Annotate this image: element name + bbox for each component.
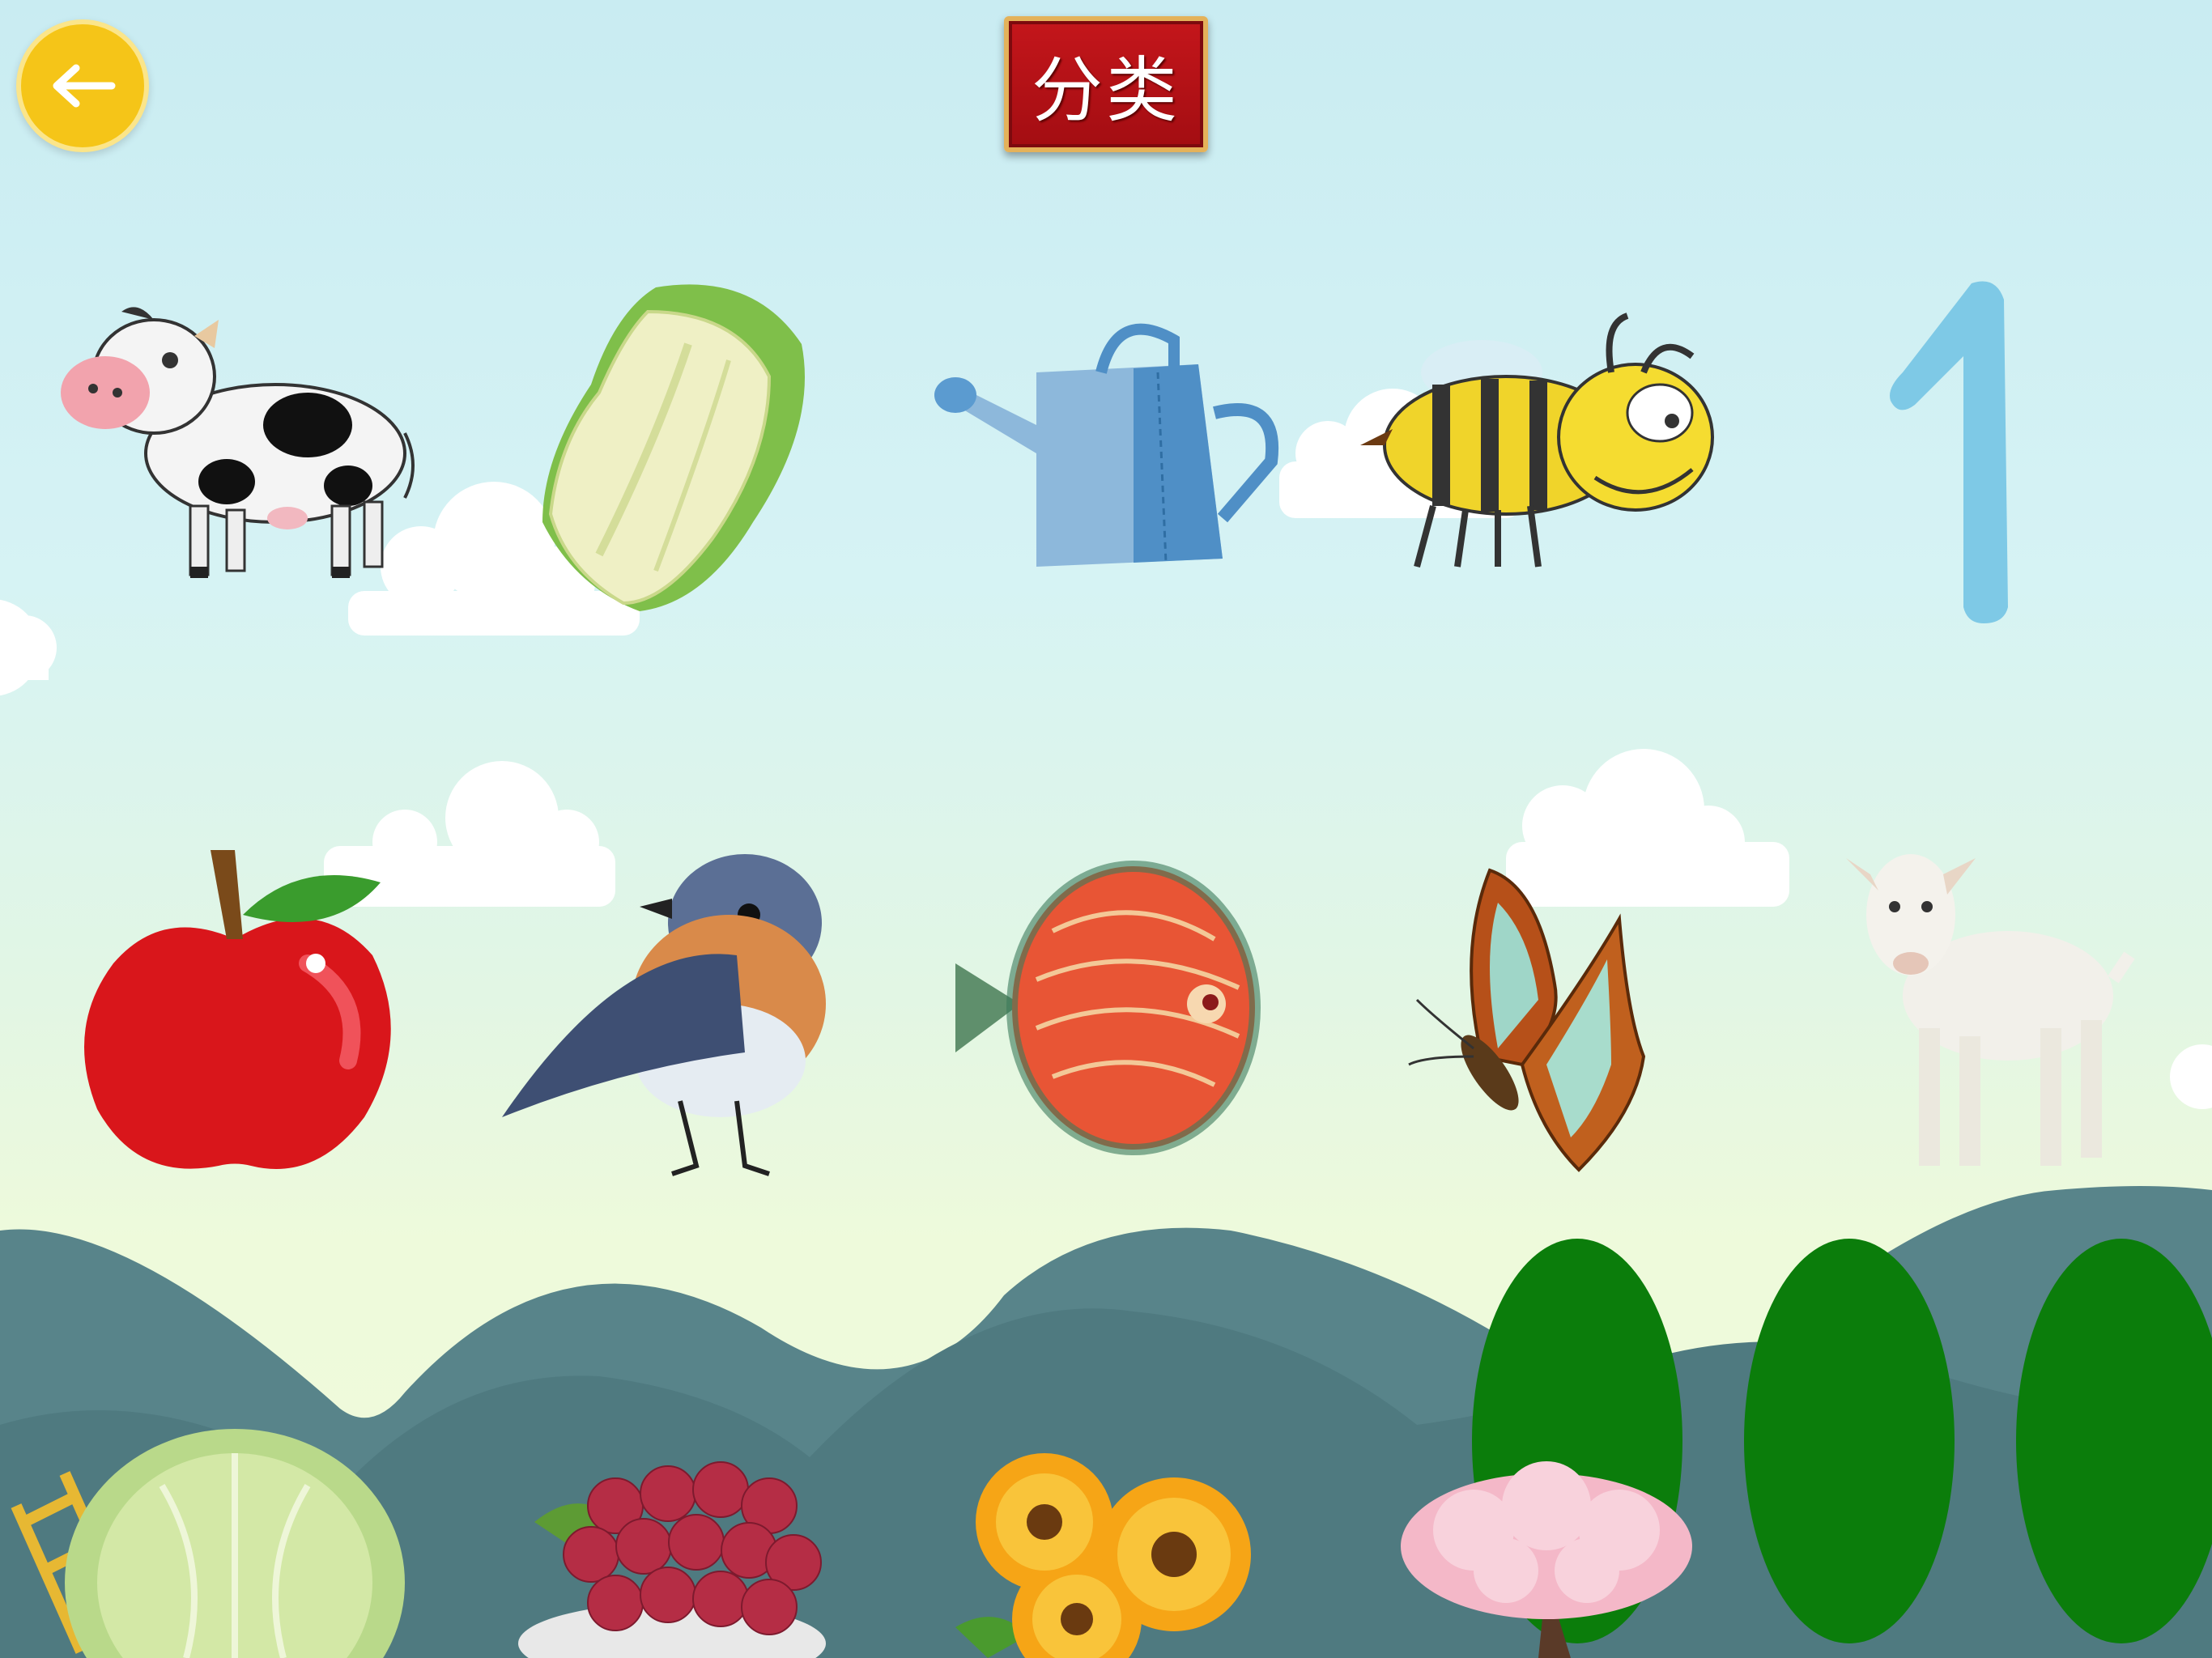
bird-item[interactable]: [502, 842, 842, 1182]
cherry-blossom-tree-item[interactable]: [1385, 1457, 1708, 1658]
flowers-item[interactable]: [955, 1453, 1279, 1658]
page-title: 分类: [1031, 48, 1180, 132]
cloud: [0, 599, 57, 696]
goat-item[interactable]: [1838, 842, 2135, 1182]
cow-item[interactable]: [57, 304, 415, 595]
cloud: [2170, 1044, 2212, 1109]
bee-item[interactable]: [1360, 308, 1716, 583]
back-button[interactable]: [16, 19, 149, 152]
fish-item[interactable]: [947, 858, 1263, 1158]
arrow-left-icon: [53, 64, 116, 108]
watering-can-item[interactable]: [931, 323, 1279, 575]
number-one-item[interactable]: 1: [1887, 275, 2032, 623]
grapes-item[interactable]: [510, 1457, 834, 1658]
tree: [1744, 1239, 1955, 1643]
cabbage-item[interactable]: [65, 1421, 405, 1658]
title-plaque: 分类: [1004, 16, 1208, 152]
apple-item[interactable]: [73, 842, 397, 1182]
chinese-cabbage-item[interactable]: [526, 279, 818, 619]
butterfly-item[interactable]: [1401, 854, 1660, 1172]
